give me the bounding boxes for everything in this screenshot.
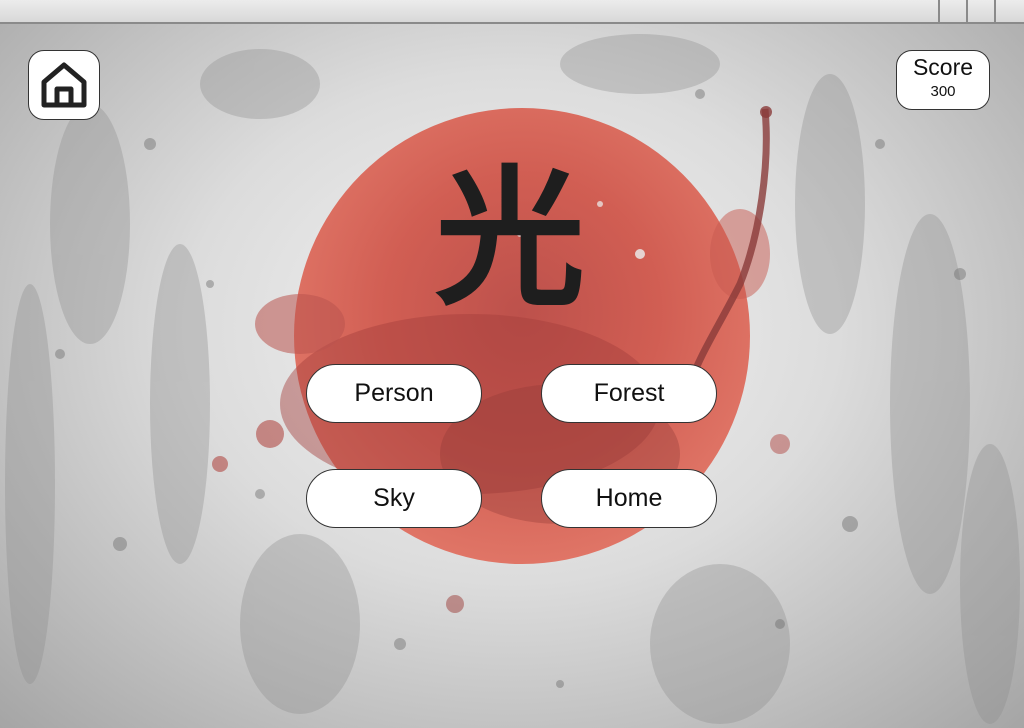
score-value: 300 bbox=[930, 83, 956, 100]
answer-button-sky[interactable]: Sky bbox=[306, 469, 482, 528]
kanji-character: 光 bbox=[434, 153, 585, 327]
answer-button-forest[interactable]: Forest bbox=[541, 364, 717, 423]
home-button[interactable] bbox=[28, 50, 100, 120]
answer-button-person[interactable]: Person bbox=[306, 364, 482, 423]
window-control[interactable] bbox=[994, 0, 1024, 24]
window-control[interactable] bbox=[938, 0, 966, 24]
window-control[interactable] bbox=[966, 0, 994, 24]
score-label: Score bbox=[912, 54, 974, 80]
score-display: Score 300 bbox=[896, 50, 990, 110]
ink-splatter-background bbox=[5, 34, 1020, 724]
home-icon bbox=[41, 62, 87, 108]
game-screen: Score 300 光 Person Forest Sky Home bbox=[0, 0, 1024, 728]
answer-button-home[interactable]: Home bbox=[541, 469, 717, 528]
window-title-bar bbox=[0, 0, 1024, 24]
